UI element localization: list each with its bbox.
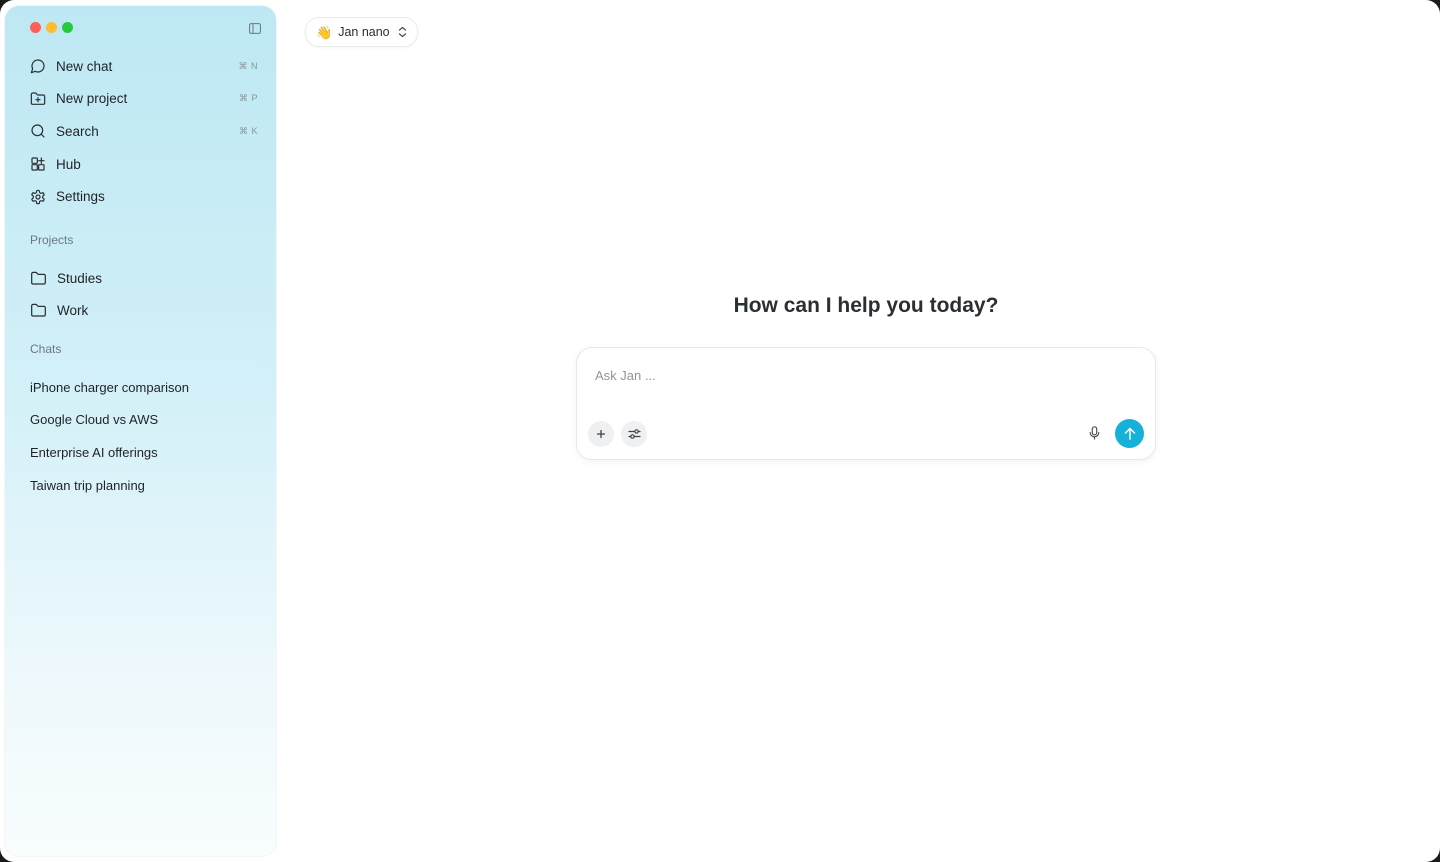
projects-list: Studies Work	[5, 262, 276, 327]
search-icon	[29, 122, 47, 140]
traffic-lights	[30, 22, 73, 33]
project-label: Work	[57, 303, 89, 319]
folder-icon	[29, 269, 47, 287]
waving-hand-icon: 👋	[316, 24, 333, 40]
send-button[interactable]	[1115, 419, 1144, 448]
gear-icon	[29, 188, 47, 206]
sidebar-item-search[interactable]: Search ⌘ K	[5, 115, 276, 148]
model-selector[interactable]: 👋 Jan nano	[305, 17, 418, 47]
chat-item[interactable]: Google Cloud vs AWS	[5, 404, 276, 437]
sidebar-item-label: Search	[56, 123, 99, 139]
sidebar-item-hub[interactable]: Hub	[5, 148, 276, 181]
shortcut-hint: ⌘ K	[238, 125, 258, 136]
sidebar-toggle-icon[interactable]	[248, 21, 262, 35]
folder-plus-icon	[29, 90, 47, 108]
chats-list: iPhone charger comparison Google Cloud v…	[5, 371, 276, 501]
sidebar-item-label: Settings	[56, 189, 105, 205]
sidebar-item-label: Hub	[56, 156, 81, 172]
sidebar: New chat ⌘ N New project ⌘ P Search ⌘ K	[5, 6, 276, 856]
minimize-window-button[interactable]	[46, 22, 57, 33]
project-item-studies[interactable]: Studies	[5, 262, 276, 295]
project-item-work[interactable]: Work	[5, 295, 276, 328]
chat-item[interactable]: Enterprise AI offerings	[5, 436, 276, 469]
sidebar-item-label: New chat	[56, 58, 113, 74]
project-label: Studies	[57, 270, 103, 286]
sliders-icon	[627, 428, 641, 440]
sidebar-item-settings[interactable]: Settings	[5, 180, 276, 213]
grid-plus-icon	[29, 155, 47, 173]
microphone-icon	[1089, 426, 1100, 440]
chat-composer	[576, 347, 1156, 460]
chats-section-label: Chats	[30, 342, 62, 356]
folder-icon	[29, 302, 47, 320]
chat-item[interactable]: iPhone charger comparison	[5, 371, 276, 404]
shortcut-hint: ⌘ P	[238, 93, 258, 104]
sidebar-item-label: New project	[56, 91, 128, 107]
shortcut-hint: ⌘ N	[238, 60, 258, 71]
sidebar-nav: New chat ⌘ N New project ⌘ P Search ⌘ K	[5, 50, 276, 213]
zoom-window-button[interactable]	[62, 22, 73, 33]
message-circle-icon	[29, 57, 47, 75]
chat-input[interactable]	[593, 362, 1137, 388]
app-window: New chat ⌘ N New project ⌘ P Search ⌘ K	[0, 0, 1440, 862]
sidebar-item-new-chat[interactable]: New chat ⌘ N	[5, 50, 276, 83]
chat-item[interactable]: Taiwan trip planning	[5, 469, 276, 502]
plus-icon	[596, 429, 606, 439]
microphone-button[interactable]	[1085, 424, 1103, 442]
projects-section-label: Projects	[30, 233, 74, 247]
sidebar-item-new-project[interactable]: New project ⌘ P	[5, 83, 276, 116]
arrow-up-icon	[1124, 427, 1136, 440]
chevron-up-down-icon	[398, 26, 407, 38]
welcome-heading: How can I help you today?	[733, 294, 999, 317]
model-name: Jan nano	[338, 25, 390, 39]
close-window-button[interactable]	[30, 22, 41, 33]
tools-button[interactable]	[621, 421, 647, 447]
attach-button[interactable]	[588, 421, 614, 447]
